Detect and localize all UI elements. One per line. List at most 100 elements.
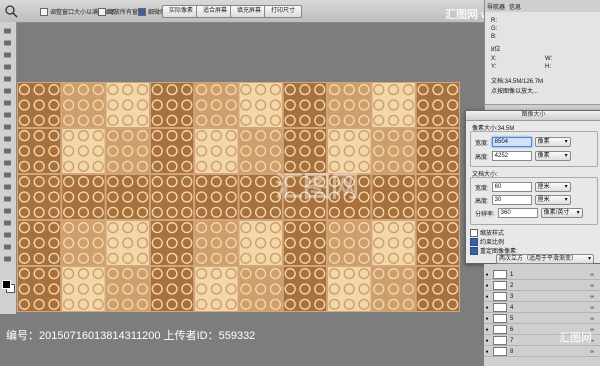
shape-tool-icon[interactable] [3,232,12,238]
tab-navigator[interactable]: 导航器 [487,2,505,11]
pattern-tile [195,267,238,311]
pattern-tile [150,221,194,265]
scale-styles-checkbox[interactable] [470,228,478,237]
resize-windows-checkbox[interactable] [40,7,48,16]
stamp-tool-icon[interactable] [3,124,12,130]
document-canvas[interactable] [17,82,460,312]
type-tool-icon[interactable] [3,208,12,214]
pattern-tile [18,83,61,127]
pattern-tile [18,129,61,173]
layer-thumbnail [493,292,507,301]
info-g-label: G: [491,26,498,32]
foreground-color-swatch[interactable] [2,280,11,289]
pattern-tile [372,267,415,311]
doc-width-unit-select[interactable]: 厘米 [534,182,571,192]
pattern-tile [195,83,238,127]
resample-checkbox[interactable] [470,246,478,255]
eye-icon[interactable]: ● [484,305,490,311]
pattern-tile [416,175,459,219]
pattern-tile [195,175,238,219]
marquee-tool-icon[interactable] [3,40,12,46]
pattern-tile [416,267,459,311]
eye-icon[interactable]: ● [484,272,490,278]
history-brush-tool-icon[interactable] [3,136,12,142]
zoom-tool-icon[interactable] [4,4,18,18]
pattern-tile [283,221,327,265]
eye-icon[interactable]: ● [484,316,490,322]
pattern-tile [416,129,459,173]
scale-styles-option[interactable]: 缩放样式 [470,228,504,237]
pattern-tile [106,175,149,219]
move-tool-icon[interactable] [3,28,12,34]
site-logo-text: 汇图网 [559,332,592,344]
link-icon: ∞ [590,304,594,311]
pattern-tile [372,175,415,219]
layer-row[interactable]: ● 4 ∞ [484,303,600,313]
height-unit-select[interactable]: 像素 [534,151,571,161]
lasso-tool-icon[interactable] [3,52,12,58]
resample-method-select[interactable]: 两次立方（适用于平滑渐变） [496,254,594,264]
pattern-tile [18,221,61,265]
print-size-button[interactable]: 打印尺寸 [264,5,303,18]
layer-thumbnail [493,281,507,290]
layer-name: 2 [510,282,514,289]
height-label: 高度: [475,154,489,161]
link-icon: ∞ [590,315,594,322]
pattern-tile [239,83,282,127]
pattern-tile [62,267,105,311]
healing-tool-icon[interactable] [3,100,12,106]
fill-screen-button[interactable]: 填充屏幕 [230,5,269,18]
eraser-tool-icon[interactable] [3,148,12,154]
layer-thumbnail [493,303,507,312]
pattern-tile [18,175,61,219]
layer-thumbnail [493,347,507,356]
info-x-label: X: [491,56,497,62]
doc-width-input[interactable]: 60 [491,182,532,192]
dodge-tool-icon[interactable] [3,184,12,190]
constrain-option[interactable]: 约束比例 [470,237,504,246]
quick-select-tool-icon[interactable] [3,64,12,70]
info-bit-label: 8位 [491,47,501,53]
constrain-checkbox[interactable] [470,237,478,246]
crop-tool-icon[interactable] [3,76,12,82]
pattern-tile [283,83,327,127]
layer-row[interactable]: ● 2 ∞ [484,281,600,291]
eye-icon[interactable]: ● [484,283,490,289]
fit-screen-button[interactable]: 适合屏幕 [196,5,235,18]
width-input[interactable]: 8504 [491,137,532,147]
pattern-tile [150,83,194,127]
pattern-tile [150,129,194,173]
layer-row[interactable]: ● 3 ∞ [484,292,600,302]
resolution-label: 分辨率: [475,211,495,218]
gradient-tool-icon[interactable] [3,160,12,166]
image-size-dialog: 图像大小 像素大小:34.5M 宽度: 8504 像素 高度: 4252 像素 … [465,110,600,264]
eye-icon[interactable]: ● [484,349,490,355]
layer-row[interactable]: ● 1 ∞ [484,270,600,280]
info-hint: 点按图像以放大... [491,89,539,95]
layer-row[interactable]: ● 8 ∞ [484,347,600,357]
eyedropper-tool-icon[interactable] [3,88,12,94]
hand-tool-icon[interactable] [3,244,12,250]
zoom-tool-icon[interactable] [3,256,12,262]
pattern-tile [416,221,459,265]
resolution-input[interactable]: 360 [497,208,538,218]
pattern-tile [106,83,149,127]
scrubby-zoom-checkbox[interactable] [138,7,146,16]
height-input[interactable]: 4252 [491,151,532,161]
actual-pixels-button[interactable]: 实际像素 [162,5,201,18]
blur-tool-icon[interactable] [3,172,12,178]
info-h-label: H: [545,64,551,70]
path-select-tool-icon[interactable] [3,220,12,226]
pen-tool-icon[interactable] [3,196,12,202]
resolution-unit-select[interactable]: 像素/英寸 [540,208,583,218]
pattern-tile [18,267,61,311]
info-b-label: B: [491,34,497,40]
doc-height-unit-select[interactable]: 厘米 [534,195,571,205]
doc-height-input[interactable]: 30 [491,195,532,205]
brush-tool-icon[interactable] [3,112,12,118]
width-unit-select[interactable]: 像素 [534,137,571,147]
tab-info[interactable]: 信息 [509,2,521,11]
zoom-all-checkbox[interactable] [98,7,106,16]
pattern-tile [328,267,371,311]
eye-icon[interactable]: ● [484,294,490,300]
